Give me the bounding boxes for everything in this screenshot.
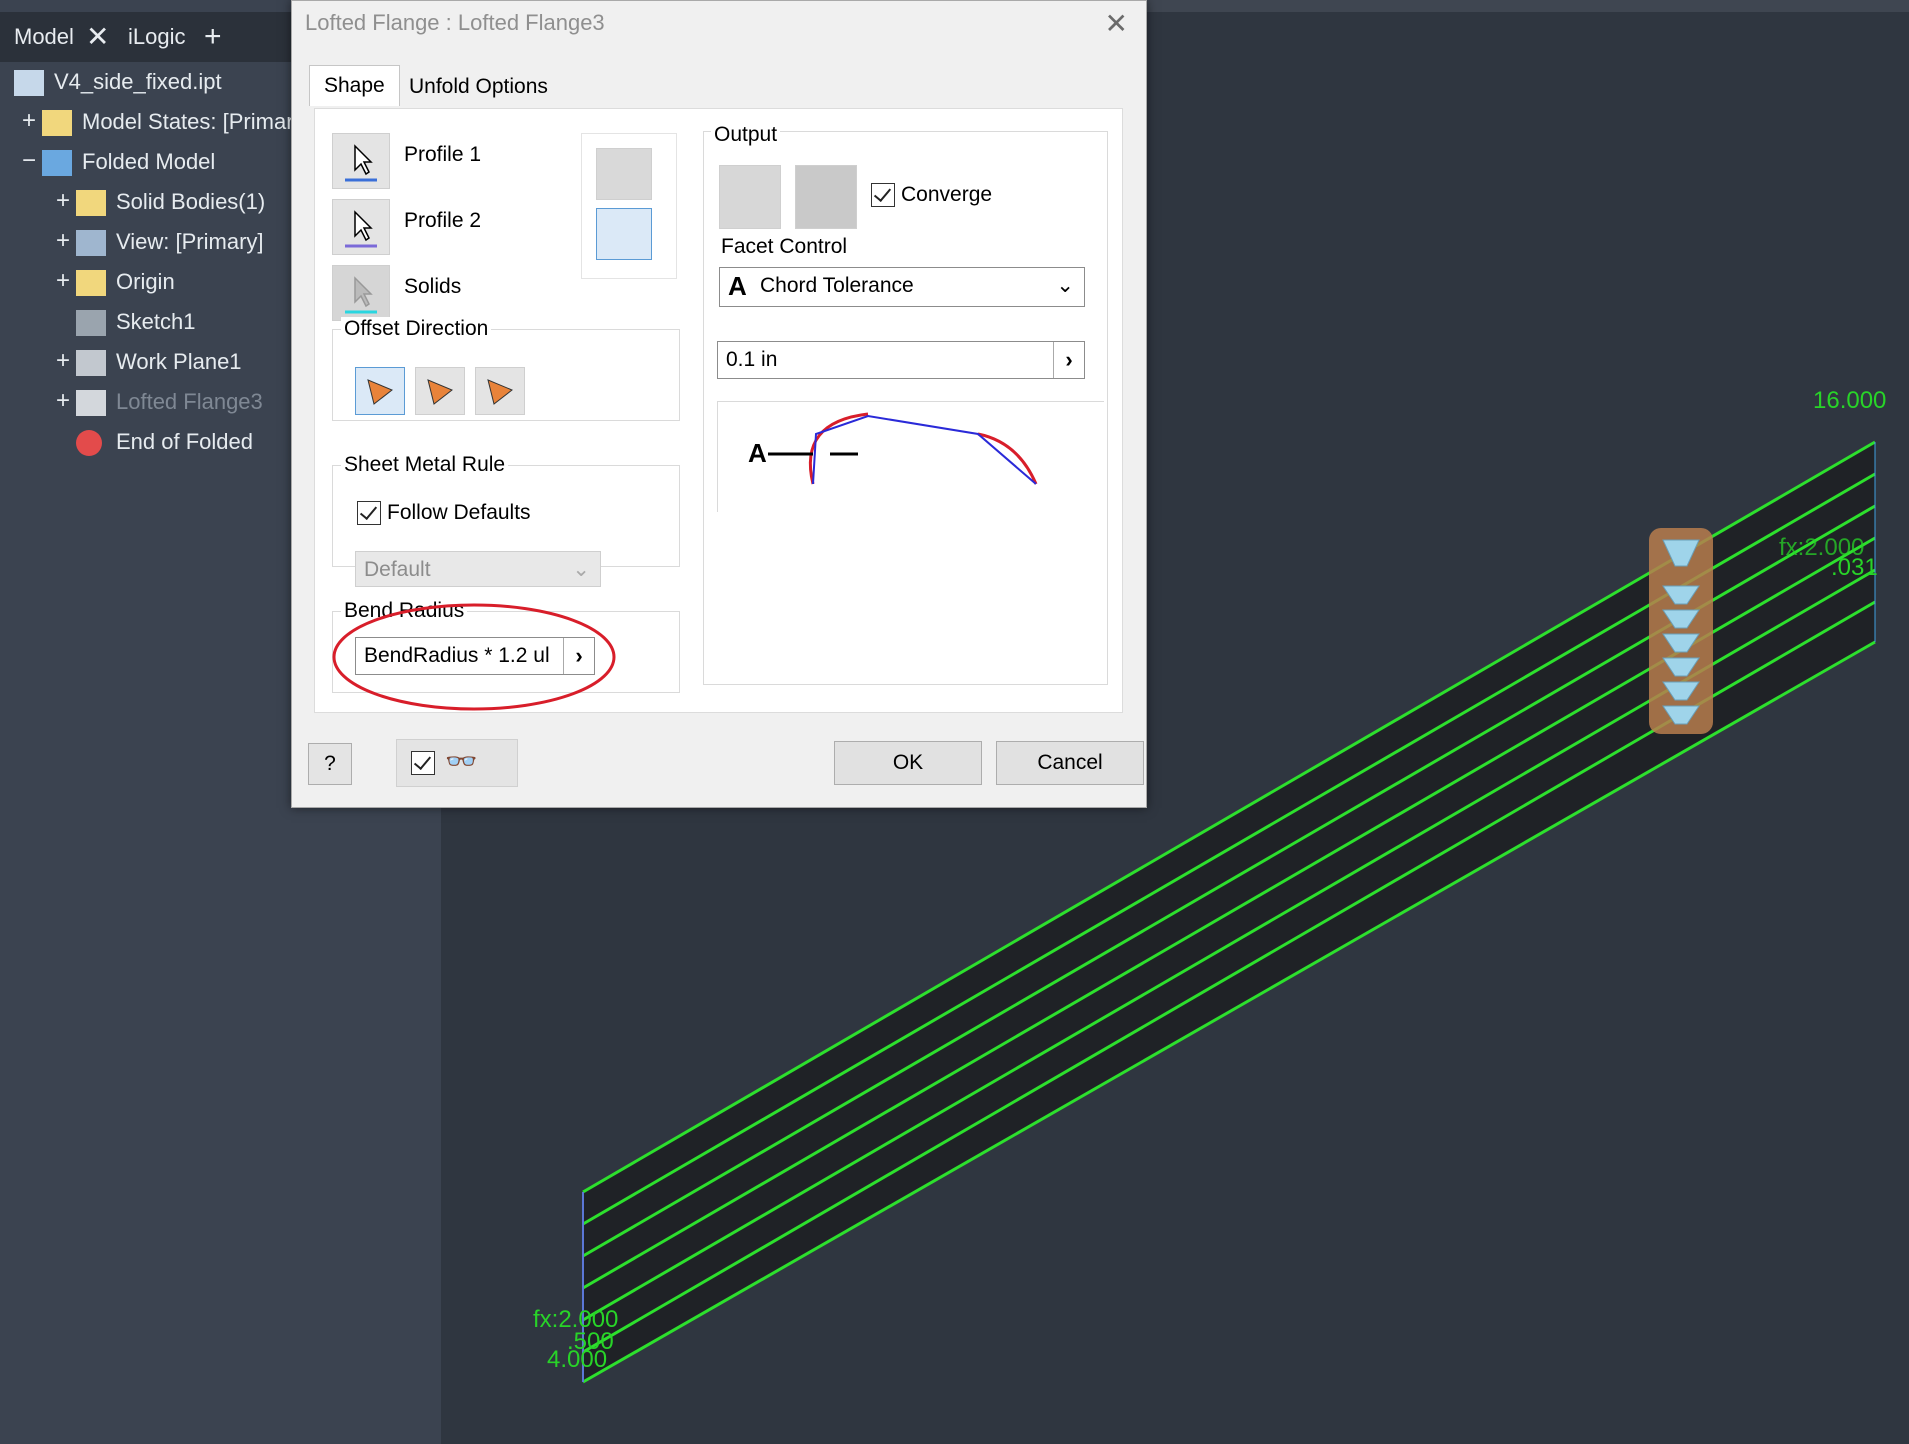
close-tab-icon[interactable]: ✕ xyxy=(86,12,109,62)
follow-defaults-checkbox[interactable] xyxy=(357,501,381,525)
ok-button[interactable]: OK xyxy=(834,741,982,785)
solids-label: Solids xyxy=(404,275,462,298)
lofted-flange-icon xyxy=(76,390,106,416)
expand-icon[interactable]: + xyxy=(56,229,70,253)
tolerance-value: 0.1 in xyxy=(726,348,778,371)
add-tab-icon[interactable]: + xyxy=(204,12,222,62)
offset-direction-label: Offset Direction xyxy=(341,317,492,341)
tab-model[interactable]: Model xyxy=(14,12,74,62)
offset-side2-button[interactable] xyxy=(415,367,465,415)
sheet-metal-rule-label: Sheet Metal Rule xyxy=(341,453,509,477)
dim-4[interactable]: 4.000 xyxy=(547,1346,607,1374)
converge-label: Converge xyxy=(901,183,993,206)
offset-side1-icon xyxy=(367,379,393,405)
view-icon xyxy=(76,230,106,256)
rule-value: Default xyxy=(364,558,431,581)
dim-031[interactable]: .031 xyxy=(1831,554,1878,582)
preview-toggle[interactable]: 👓 xyxy=(396,739,518,787)
folded-model-icon xyxy=(42,150,72,176)
solids-select-button[interactable] xyxy=(332,265,390,321)
lofted-flange-dialog: Lofted Flange : Lofted Flange3 ✕ Shape U… xyxy=(291,0,1147,808)
svg-text:A: A xyxy=(748,438,767,468)
close-icon[interactable]: ✕ xyxy=(1105,7,1128,40)
work-plane-icon xyxy=(76,350,106,376)
tree-item-label: Model States: [Primary xyxy=(82,109,305,134)
facet-control-value: Chord Tolerance xyxy=(760,274,914,297)
expression-arrow-icon[interactable]: › xyxy=(1053,342,1084,378)
chevron-down-icon: ⌄ xyxy=(572,558,590,581)
glasses-icon: 👓 xyxy=(445,746,478,776)
part-icon xyxy=(14,70,44,96)
facet-output-button[interactable] xyxy=(719,165,781,229)
tree-item-label: V4_side_fixed.ipt xyxy=(54,69,222,94)
tree-item-label: End of Folded xyxy=(116,429,253,454)
profile1-label: Profile 1 xyxy=(404,143,482,166)
expand-icon[interactable]: + xyxy=(22,109,36,133)
cursor-icon xyxy=(345,276,377,314)
profile2-label: Profile 2 xyxy=(404,209,482,232)
shape-panel: Profile 1 Profile 2 Solids Offset Direct… xyxy=(314,108,1123,713)
profile2-select-button[interactable] xyxy=(332,199,390,255)
die-form-icon[interactable] xyxy=(596,208,652,260)
folder-icon xyxy=(76,270,106,296)
tab-shape[interactable]: Shape xyxy=(309,65,400,106)
expand-icon[interactable]: + xyxy=(56,389,70,413)
tree-item-label: Sketch1 xyxy=(116,309,196,334)
help-icon[interactable]: ? xyxy=(308,743,352,785)
bend-radius-annotation xyxy=(332,603,616,711)
facet-control-select[interactable]: A Chord Tolerance ⌄ xyxy=(719,267,1085,307)
offset-side1-button[interactable] xyxy=(355,367,405,415)
end-of-folded-icon xyxy=(76,430,102,456)
preview-checkbox[interactable] xyxy=(411,751,435,775)
chord-tolerance-diagram: A xyxy=(748,412,1038,485)
tree-item-label: Folded Model xyxy=(82,149,216,174)
profile1-select-button[interactable] xyxy=(332,133,390,189)
tolerance-input[interactable]: 0.1 in › xyxy=(717,341,1085,379)
chevron-down-icon: ⌄ xyxy=(1056,274,1074,297)
offset-symmetric-button[interactable] xyxy=(475,367,525,415)
tree-item-label: View: [Primary] xyxy=(116,229,264,254)
cursor-icon xyxy=(345,144,377,182)
follow-defaults-label: Follow Defaults xyxy=(387,501,531,524)
offset-symmetric-icon xyxy=(487,379,513,405)
tab-ilogic[interactable]: iLogic xyxy=(128,12,185,62)
dialog-title: Lofted Flange : Lofted Flange3 xyxy=(305,10,605,35)
facet-preview: A xyxy=(717,401,1104,512)
dim-16[interactable]: 16.000 xyxy=(1813,387,1886,415)
solid-bodies-icon xyxy=(76,190,106,216)
mode-group xyxy=(581,133,677,279)
expand-icon[interactable]: + xyxy=(56,189,70,213)
expand-icon[interactable]: + xyxy=(56,349,70,373)
tab-unfold-options[interactable]: Unfold Options xyxy=(395,67,562,107)
smooth-output-button[interactable] xyxy=(795,165,857,229)
tree-item-label: Lofted Flange3 xyxy=(116,389,263,414)
cancel-button[interactable]: Cancel xyxy=(996,741,1144,785)
offset-side2-icon xyxy=(427,379,453,405)
converge-checkbox[interactable] xyxy=(871,183,895,207)
collapse-icon[interactable]: − xyxy=(22,149,36,173)
sketch-icon xyxy=(76,310,106,336)
tree-item-label: Origin xyxy=(116,269,175,294)
expand-icon[interactable]: + xyxy=(56,269,70,293)
font-a-icon: A xyxy=(728,271,747,301)
sheet-metal-rule-select[interactable]: Default ⌄ xyxy=(355,551,601,587)
folder-icon xyxy=(42,110,72,136)
tree-item-label: Work Plane1 xyxy=(116,349,242,374)
output-label: Output xyxy=(711,123,781,147)
sheet-metal-icon[interactable] xyxy=(596,148,652,200)
facet-control-label: Facet Control xyxy=(721,235,848,258)
cursor-icon xyxy=(345,210,377,248)
tree-item-label: Solid Bodies(1) xyxy=(116,189,266,214)
